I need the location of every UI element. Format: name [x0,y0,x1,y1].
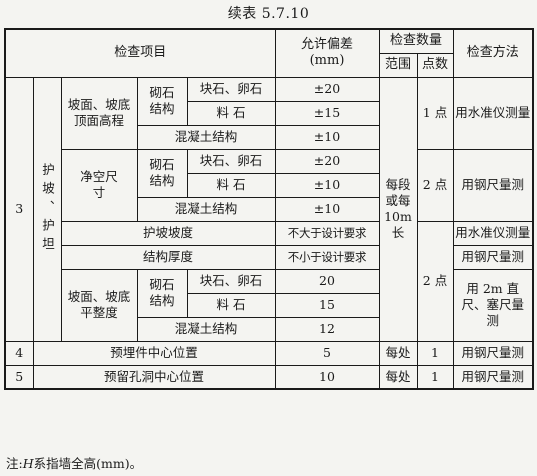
row5-item: 预留孔洞中心位置 [32,364,276,390]
dressed-stone-c: 料 石 [186,292,276,318]
row3-name: 护坡、护坦 [32,76,62,342]
row3-number: 3 [4,76,34,342]
slope-top-elevation: 坡面、坡底顶面高程 [60,76,138,150]
rubble-structure-b: 砌石结构 [136,148,188,198]
method-slope-gradient: 用水准仪测量 [452,220,534,246]
method-group-b: 用钢尺量测 [452,148,534,222]
tol-c2: 15 [274,292,380,318]
table-note: 注:H系指墙全高(mm)。 [6,455,142,473]
table-row: 护坡坡度 不大于设计要求 2 点 用水准仪测量 [5,220,534,342]
note-prefix: 注: [6,456,23,471]
inspection-table-wrapper: 检查项目 允许偏差 (mm) 检查数量 检查方法 范围 点数 3 护坡、护坦 坡… [4,28,535,390]
row5-tolerance: 10 [274,364,380,390]
method-group-a: 用水准仪测量 [452,76,534,150]
tol-b2: ±10 [274,172,380,198]
row5-points: 1 [416,364,454,390]
clear-size: 净空尺寸 [60,148,138,222]
rubble-structure-a: 砌石结构 [136,76,188,126]
points-group-c: 2 点 [416,220,454,342]
structure-thickness: 结构厚度 [60,244,276,270]
tol-a2: ±15 [274,100,380,126]
row5-scope: 每处 [378,364,418,390]
note-symbol: H [22,456,34,471]
tol-b3: ±10 [274,196,380,222]
tol-a1: ±20 [274,76,380,102]
method-flatness: 用 2m 直尺、塞尺量测 [452,268,534,342]
header-scope: 范围 [378,52,418,78]
row4-number: 4 [4,340,34,366]
slope-gradient: 护坡坡度 [60,220,276,246]
slope-flatness: 坡面、坡底平整度 [60,268,138,342]
method-structure-thickness: 用钢尺量测 [452,244,534,270]
inspection-table: 检查项目 允许偏差 (mm) 检查数量 检查方法 范围 点数 3 护坡、护坦 坡… [4,28,535,390]
tol-slope-gradient: 不大于设计要求 [274,220,380,246]
header-tolerance: 允许偏差 (mm) [274,28,380,78]
concrete-structure-c: 混凝土结构 [136,316,276,342]
table-row: 坡面、坡底平整度 砌石结构 块石、卵石 20 用 2m 直尺、塞尺量测 [5,268,534,342]
tol-structure-thickness: 不小于设计要求 [274,244,380,270]
note-text: 系指墙全高(mm)。 [33,456,143,471]
header-tolerance-line2: (mm) [309,53,345,69]
row4-scope: 每处 [378,340,418,366]
row4-tolerance: 5 [274,340,380,366]
concrete-structure-a: 混凝土结构 [136,124,276,150]
header-quantity: 检查数量 [378,28,454,54]
row5-method: 用钢尺量测 [452,364,534,390]
dressed-stone-b: 料 石 [186,172,276,198]
row4-method: 用钢尺量测 [452,340,534,366]
row5-number: 5 [4,364,34,390]
table-row: 4 预埋件中心位置 5 每处 1 用钢尺量测 [4,340,534,366]
tol-c3: 12 [274,316,380,342]
header-points: 点数 [416,52,454,78]
block-pebble-c: 块石、卵石 [186,268,276,294]
header-row-1: 检查项目 允许偏差 (mm) 检查数量 检查方法 [4,28,534,78]
tol-c1: 20 [274,268,380,294]
header-method: 检查方法 [452,28,534,78]
row4-item: 预埋件中心位置 [32,340,276,366]
table-row: 5 预留孔洞中心位置 10 每处 1 用钢尺量测 [4,364,534,390]
scope-each-section: 每段或每10m长 [378,76,418,342]
dressed-stone-a: 料 石 [186,100,276,126]
header-item: 检查项目 [4,28,276,78]
block-pebble-a: 块石、卵石 [186,76,276,102]
block-pebble-b: 块石、卵石 [186,148,276,174]
rubble-structure-c: 砌石结构 [136,268,188,318]
points-group-a: 1 点 [416,76,454,150]
concrete-structure-b: 混凝土结构 [136,196,276,222]
table-row: 结构厚度 不小于设计要求 用钢尺量测 [5,244,534,270]
row4-points: 1 [416,340,454,366]
header-tolerance-line1: 允许偏差 [300,37,353,53]
table-row: 净空尺寸 砌石结构 块石、卵石 ±20 2 点 用钢尺量测 [5,148,534,222]
tol-a3: ±10 [274,124,380,150]
points-group-b: 2 点 [416,148,454,222]
table-caption: 续表 5.7.10 [227,6,310,22]
table-row: 3 护坡、护坦 坡面、坡底顶面高程 砌石结构 块石、卵石 ±20 每段或每10m… [4,76,534,342]
tol-b1: ±20 [274,148,380,174]
